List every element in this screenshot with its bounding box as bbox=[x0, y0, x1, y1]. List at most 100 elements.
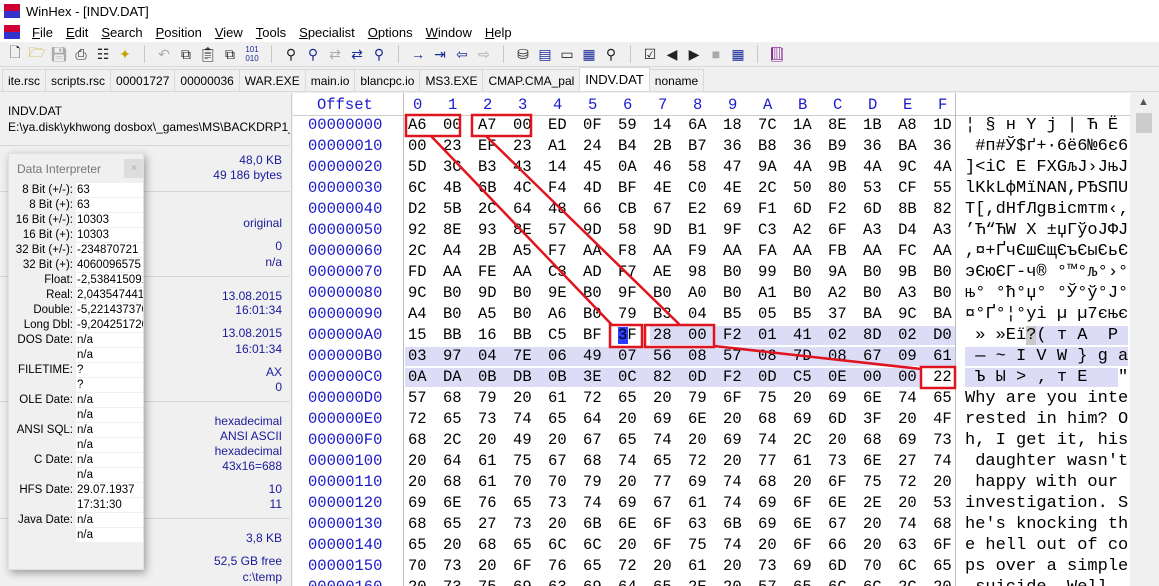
interpreter-value[interactable]: n/a bbox=[76, 408, 143, 423]
row-text[interactable]: ¤°Ґ°¦°yі µ µ7єњє bbox=[965, 304, 1128, 325]
interpreter-value[interactable]: 29.07.1937 bbox=[76, 483, 143, 498]
interpreter-value[interactable]: 4060096575 bbox=[76, 258, 143, 273]
menu-view[interactable]: View bbox=[209, 25, 250, 40]
menu-help[interactable]: Help bbox=[479, 25, 519, 40]
goto-offset-icon[interactable]: → bbox=[407, 43, 429, 65]
row-bytes[interactable]: 0A DA 0B DB 0B 3E 0C 82 0D F2 0D C5 0E 0… bbox=[408, 367, 952, 388]
checksum-icon[interactable]: ☑ bbox=[639, 43, 661, 65]
open-disk-editor-icon[interactable]: ⛁ bbox=[512, 43, 534, 65]
find-text-icon[interactable]: ⚲ bbox=[280, 43, 302, 65]
interpreter-value[interactable]: n/a bbox=[76, 468, 143, 483]
calculator-icon[interactable]: ▦ bbox=[578, 43, 600, 65]
row-text[interactable]: rested in him? O bbox=[965, 409, 1128, 430]
row-text[interactable]: Why are you inte bbox=[965, 388, 1128, 409]
row-bytes[interactable]: 6C 4B 6B 4C F4 4D BF 4E C0 4E 2C 50 80 5… bbox=[408, 178, 952, 199]
row-text[interactable]: — ~ I V W } g a bbox=[965, 346, 1128, 367]
row-bytes[interactable]: 69 6E 76 65 73 74 69 67 61 74 69 6F 6E 2… bbox=[408, 493, 952, 514]
tab-scripts-rsc[interactable]: scripts.rsc bbox=[45, 69, 112, 91]
row-text[interactable]: he's knocking th bbox=[965, 514, 1128, 535]
row-bytes[interactable]: 68 2C 20 49 20 67 65 74 20 69 74 2C 20 6… bbox=[408, 430, 952, 451]
interpreter-value[interactable]: 10303 bbox=[76, 213, 143, 228]
interpreter-value[interactable]: n/a bbox=[76, 393, 143, 408]
interpreter-value[interactable]: 63 bbox=[76, 183, 143, 198]
binary-convert-icon[interactable]: 101 010 bbox=[241, 43, 263, 65]
back-icon[interactable]: ⇦ bbox=[451, 43, 473, 65]
row-bytes[interactable]: 92 8E 93 8E 57 9D 58 9D B1 9F C3 A2 6F A… bbox=[408, 220, 952, 241]
interpreter-value[interactable]: n/a bbox=[76, 528, 143, 543]
close-button[interactable]: × bbox=[124, 159, 143, 178]
tab-noname[interactable]: noname bbox=[648, 69, 705, 91]
interpreter-value[interactable]: -2,5384150911 bbox=[76, 273, 143, 288]
row-text[interactable]: investigation. S bbox=[965, 493, 1128, 514]
properties-icon[interactable]: ☷ bbox=[92, 43, 114, 65]
data-interpreter-window[interactable]: Data Interpreter × 8 Bit (+/-): 63 8 Bit (… bbox=[8, 153, 144, 570]
row-bytes[interactable]: 20 64 61 75 67 68 74 65 72 20 77 61 73 6… bbox=[408, 451, 952, 472]
row-bytes[interactable]: 20 73 75 69 63 69 64 65 2E 20 57 65 6C 6… bbox=[408, 577, 952, 586]
goto-sector-icon[interactable]: ⇥ bbox=[429, 43, 451, 65]
row-bytes[interactable]: 20 68 61 70 70 79 20 77 69 74 68 20 6F 7… bbox=[408, 472, 952, 493]
document-icon[interactable] bbox=[4, 25, 20, 39]
previous-icon[interactable]: ◀ bbox=[661, 43, 683, 65]
menu-position[interactable]: Position bbox=[150, 25, 209, 40]
row-bytes[interactable]: 65 20 68 65 6C 6C 20 6F 75 74 20 6F 66 2… bbox=[408, 535, 952, 556]
menu-edit[interactable]: Edit bbox=[60, 25, 95, 40]
row-text[interactable]: Ъ Ы > ‚ т Е " bbox=[965, 367, 1128, 388]
row-text[interactable]: e hell out of co bbox=[965, 535, 1128, 556]
tab-war-exe[interactable]: WAR.EXE bbox=[238, 69, 306, 91]
row-bytes[interactable]: 68 65 27 73 20 6B 6E 6F 63 6B 69 6E 67 2… bbox=[408, 514, 952, 535]
help-book-icon[interactable]: 📕︎ bbox=[766, 43, 788, 65]
tab-ms3-exe[interactable]: MS3.EXE bbox=[419, 69, 484, 91]
hex-editor[interactable]: Offset 0 1 2 3 4 5 6 7 8 9 A B C D E F 00000000 A6 00 A7… bbox=[293, 93, 1130, 586]
scroll-up-icon[interactable]: ▲ bbox=[1138, 96, 1149, 108]
row-text[interactable]: lKkLфMїNАN,PЂSПU bbox=[965, 178, 1128, 199]
interpreter-value[interactable]: -234870721 bbox=[76, 243, 143, 258]
row-text[interactable]: #п#Ў$ґ+·6ё6№6є6 bbox=[965, 136, 1128, 157]
row-bytes[interactable]: FD AA FE AA C3 AD F7 AE 98 B0 99 B0 9A B… bbox=[408, 262, 952, 283]
paste-icon[interactable]: 📋︎ bbox=[197, 43, 219, 65]
row-text[interactable]: happy with our bbox=[965, 472, 1128, 493]
tab-ite-rsc[interactable]: ite.rsc bbox=[2, 69, 47, 91]
interpreter-value[interactable]: n/a bbox=[76, 453, 143, 468]
ram-editor-icon[interactable]: ▤ bbox=[534, 43, 556, 65]
table-icon[interactable]: ▦ bbox=[727, 43, 749, 65]
interpreter-value[interactable]: -9,2042517209 bbox=[76, 318, 143, 333]
replace-hex-icon[interactable]: ⇄ bbox=[346, 43, 368, 65]
row-bytes[interactable]: 00 23 EF 23 A1 24 B4 2B B7 36 B8 36 B9 3… bbox=[408, 136, 952, 157]
tab-indv-dat[interactable]: INDV.DAT bbox=[579, 67, 650, 91]
interpreter-value[interactable]: ? bbox=[76, 378, 143, 393]
menu-options[interactable]: Options bbox=[362, 25, 420, 40]
tab-main-io[interactable]: main.io bbox=[304, 69, 356, 91]
menu-tools[interactable]: Tools bbox=[250, 25, 293, 40]
row-text[interactable]: ps over a simple bbox=[965, 556, 1128, 577]
row-bytes[interactable]: A6 00 A7 00 ED 0F 59 14 6A 18 7C 1A 8E 1… bbox=[408, 115, 952, 136]
undo-icon[interactable]: ↶ bbox=[153, 43, 175, 65]
interpreter-value[interactable]: 2,0435474415 bbox=[76, 288, 143, 303]
menu-search[interactable]: Search bbox=[95, 25, 149, 40]
menu-specialist[interactable]: Specialist bbox=[293, 25, 362, 40]
row-text[interactable]: suicide. Well, bbox=[965, 577, 1128, 586]
scrollbar-thumb[interactable] bbox=[1136, 113, 1152, 133]
row-bytes[interactable]: 9C B0 9D B0 9E B0 9F B0 A0 B0 A1 B0 A2 B… bbox=[408, 283, 952, 304]
copy-icon[interactable]: ⧉ bbox=[175, 43, 197, 65]
interpreter-value[interactable]: 63 bbox=[76, 198, 143, 213]
row-bytes[interactable]: 5D 3C B3 43 14 45 0A 46 58 47 9A 4A 9B 4… bbox=[408, 157, 952, 178]
interpreter-value[interactable]: 17:31:30 bbox=[76, 498, 143, 513]
interpreter-value[interactable]: n/a bbox=[76, 423, 143, 438]
menu-window[interactable]: Window bbox=[420, 25, 479, 40]
row-text[interactable]: ¦ § н Y j | Ћ Ё bbox=[965, 115, 1128, 136]
interpreter-value[interactable]: 10303 bbox=[76, 228, 143, 243]
row-text[interactable]: ’Ћ“ЋW X ±џГўoЈФЈ bbox=[965, 220, 1128, 241]
tab-00000036[interactable]: 00000036 bbox=[174, 69, 240, 91]
interpreter-value[interactable]: -5,2214373703 bbox=[76, 303, 143, 318]
row-bytes[interactable]: D2 5B 2C 64 48 66 CB 67 E2 69 F1 6D F2 6… bbox=[408, 199, 952, 220]
interpreter-value[interactable]: n/a bbox=[76, 348, 143, 363]
row-text[interactable]: h, I get it, his bbox=[965, 430, 1128, 451]
row-text[interactable]: ,¤+ҐчЄшЄщЄъЄыЄьЄ bbox=[965, 241, 1128, 262]
camera-icon[interactable]: ■ bbox=[705, 43, 727, 65]
interpreter-value[interactable]: n/a bbox=[76, 438, 143, 453]
tab-cmap-cma-pal[interactable]: CMAP.CMA_pal bbox=[482, 69, 581, 91]
row-text[interactable]: эЄюЄГ-ч® °™°љ°›° bbox=[965, 262, 1128, 283]
magnifier-icon[interactable]: ⚲ bbox=[600, 43, 622, 65]
interpreter-value[interactable]: ? bbox=[76, 363, 143, 378]
new-file-icon[interactable]: 🗋 bbox=[4, 43, 26, 65]
